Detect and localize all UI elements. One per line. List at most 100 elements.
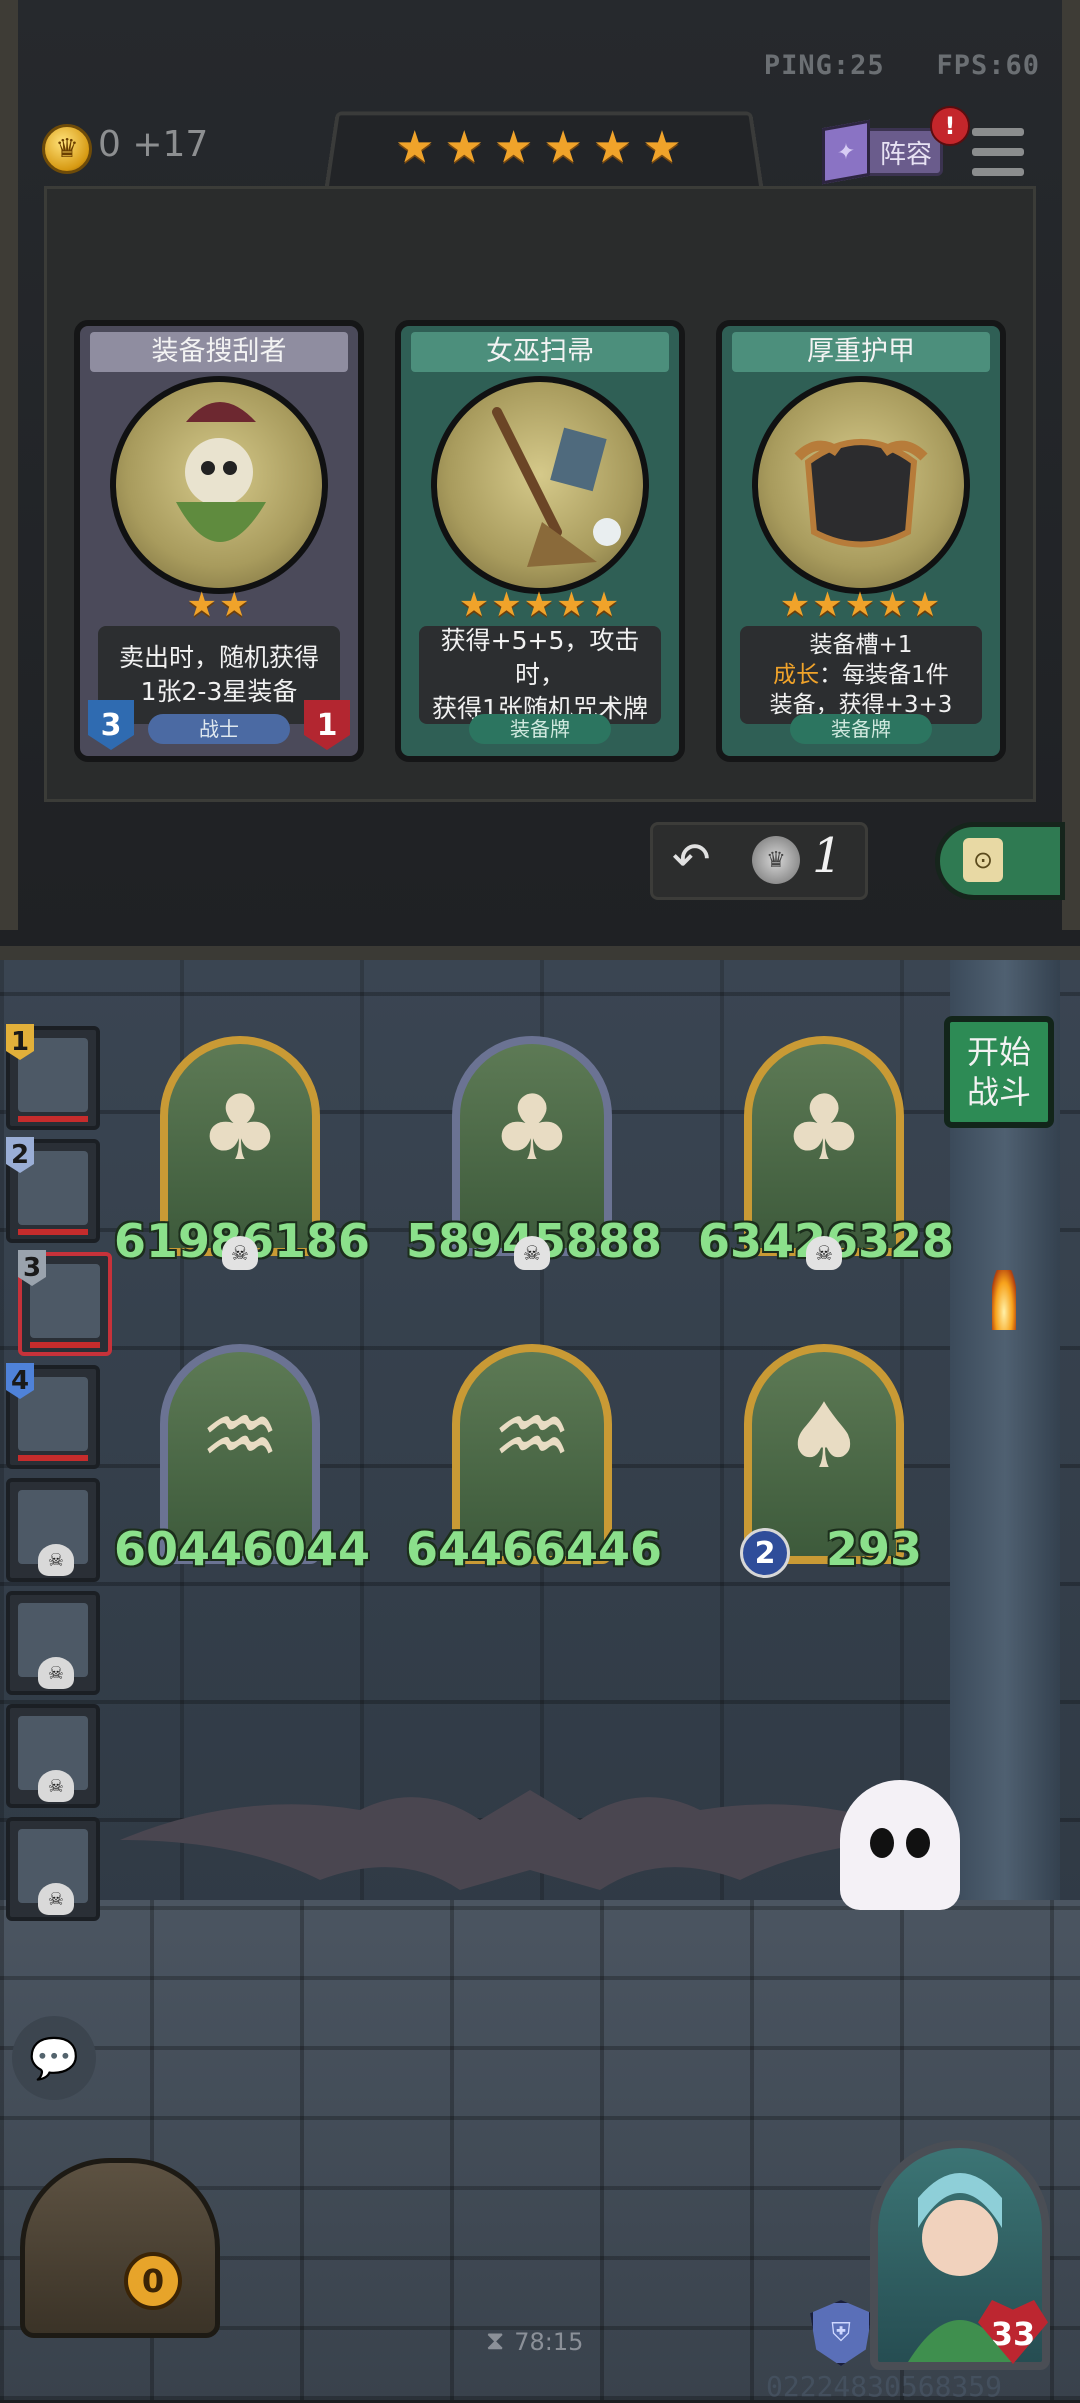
- bat-icon: [120, 1790, 940, 1890]
- tier-star-icon: ★: [543, 122, 583, 173]
- dark-elf-icon: ♠: [783, 1384, 865, 1489]
- round-timer: ⧗ 78:15: [486, 2326, 583, 2357]
- unit-health: 5888: [534, 1214, 663, 1268]
- card-desc-line: 卖出时，随机获得: [118, 643, 319, 672]
- card-description: 装备槽+1 成长：每装备1件 装备，获得+3+3: [740, 626, 982, 724]
- gold-coin-icon: ♛: [42, 124, 92, 174]
- unit-attack: 6044: [113, 1522, 242, 1576]
- straw-witch-icon: ♣: [783, 1076, 865, 1181]
- start-battle-label: 开始: [966, 1033, 1031, 1071]
- chest-counter: 0: [124, 2252, 182, 2310]
- shop-frame-left: [0, 0, 18, 930]
- shop-frame-right: [1062, 0, 1080, 930]
- card-stars: ★★★★★: [779, 585, 943, 625]
- card-name: 厚重护甲: [732, 332, 990, 372]
- card-stars: ★★: [186, 585, 252, 625]
- gold-amount: 0 +17: [98, 124, 209, 165]
- shop-card[interactable]: 装备搜刮者 ★★ 卖出时，随机获得 1张2-3星装备 战士 3 1: [74, 320, 364, 762]
- opponent-health-bar: [18, 1116, 88, 1122]
- skull-icon: ☠: [806, 1236, 842, 1270]
- menu-icon[interactable]: [972, 128, 1024, 176]
- queue-slot[interactable]: ☠: [6, 1591, 100, 1695]
- growth-text: ：每装备1件: [819, 662, 949, 688]
- chat-icon[interactable]: 💬: [12, 2016, 96, 2100]
- growth-label: 成长: [773, 662, 820, 688]
- ping-readout: PING:25: [763, 50, 885, 81]
- unit-health: 6186: [242, 1214, 371, 1268]
- card-description: 卖出时，随机获得 1张2-3星装备: [98, 626, 340, 724]
- board-unit[interactable]: ♣ 5894 5888 ☠: [406, 1036, 662, 1276]
- card-desc-line: 装备槽+1: [809, 632, 913, 658]
- board-unit[interactable]: ♒ 6446 6446: [406, 1344, 662, 1584]
- unit-attack: 6446: [405, 1522, 534, 1576]
- card-desc-line: 获得+5+5，攻击时，: [440, 626, 640, 689]
- skull-icon: ☠: [38, 1657, 74, 1689]
- opponent-health-bar: [18, 1455, 88, 1461]
- goblin-skeleton-icon: [110, 376, 328, 594]
- unit-health: 6446: [534, 1522, 663, 1576]
- queue-slot[interactable]: ☠: [6, 1704, 100, 1808]
- start-battle-button[interactable]: 开始 战斗: [944, 1016, 1054, 1128]
- card-tag: 装备牌: [469, 714, 611, 744]
- tier-star-icon: ★: [592, 122, 633, 173]
- card-tag: 战士: [148, 714, 290, 744]
- unit-health: 6044: [242, 1522, 371, 1576]
- health-badge: 1: [304, 700, 350, 750]
- card-stars: ★★★★★: [458, 585, 622, 625]
- board-unit[interactable]: ♣ 6342 6328 ☠: [698, 1036, 954, 1276]
- lineup-label: 阵容: [879, 139, 932, 170]
- tier-star-icon: ★: [642, 122, 682, 173]
- attack-badge: 3: [88, 700, 134, 750]
- book-icon[interactable]: ✦: [822, 119, 870, 185]
- skull-icon: ☠: [38, 1770, 74, 1802]
- coin-icon: ♛: [752, 836, 800, 884]
- queue-slot[interactable]: ☠: [6, 1478, 100, 1582]
- refresh-cost: 1: [812, 828, 843, 884]
- refresh-icon[interactable]: ↶: [672, 834, 711, 884]
- board-unit[interactable]: ♠ 2 293: [734, 1344, 922, 1584]
- card-desc-line: 成长：每装备1件: [740, 660, 982, 690]
- card-desc-line: 1张2-3星装备: [140, 677, 298, 706]
- card-description: 获得+5+5，攻击时， 获得1张随机咒术牌: [419, 626, 661, 724]
- heavy-armor-icon: [752, 376, 970, 594]
- hourglass-icon: ⧗: [486, 2326, 505, 2356]
- skull-icon: ☠: [38, 1544, 74, 1576]
- timer-text: 78:15: [514, 2327, 584, 2356]
- card-tag: 装备牌: [790, 714, 932, 744]
- tier-star-icon: ★: [395, 122, 435, 173]
- mermaid-icon: ♒: [491, 1384, 573, 1489]
- queue-slot[interactable]: 3: [18, 1250, 112, 1356]
- skull-icon: ☠: [514, 1236, 550, 1270]
- board-unit[interactable]: ♒ 6044 6044: [114, 1344, 370, 1584]
- board-unit[interactable]: ♣ 6198 6186 ☠: [114, 1036, 370, 1276]
- unit-level-badge: 2: [740, 1528, 790, 1578]
- shop-card[interactable]: 女巫扫帚 ★★★★★ 获得+5+5，攻击时， 获得1张随机咒术牌 装备牌: [395, 320, 685, 762]
- queue-slot[interactable]: 2: [6, 1137, 100, 1243]
- card-name: 女巫扫帚: [411, 332, 669, 372]
- card-name: 装备搜刮者: [90, 332, 348, 372]
- queue-slot[interactable]: 1: [6, 1024, 100, 1130]
- opponent-health-bar: [30, 1342, 100, 1348]
- queue-slot[interactable]: 4: [6, 1363, 100, 1469]
- torch-icon: [992, 1270, 1016, 1330]
- tier-star-icon: ★: [493, 122, 534, 173]
- ghost-icon: [840, 1780, 960, 1910]
- fps-readout: FPS:60: [936, 50, 1040, 81]
- unlock-icon[interactable]: ⊙: [963, 838, 1003, 882]
- treasure-chest-icon[interactable]: [20, 2158, 220, 2338]
- queue-slot[interactable]: ☠: [6, 1817, 100, 1921]
- tier-star-icon: ★: [444, 122, 484, 173]
- witch-broom-icon: [431, 376, 649, 594]
- opponent-health-bar: [18, 1229, 88, 1235]
- network-stats: PING:25 FPS:60: [764, 50, 1040, 81]
- start-battle-label: 战斗: [966, 1073, 1031, 1111]
- alert-icon: !: [930, 106, 970, 146]
- straw-witch-icon: ♣: [199, 1076, 281, 1181]
- skull-icon: ☠: [38, 1883, 74, 1915]
- player-id: 02224830568359: [766, 2370, 1003, 2403]
- unit-health: 293: [826, 1522, 923, 1576]
- skull-icon: ☠: [222, 1236, 258, 1270]
- shop-card[interactable]: 厚重护甲 ★★★★★ 装备槽+1 成长：每装备1件 装备，获得+3+3 装备牌: [716, 320, 1006, 762]
- straw-witch-icon: ♣: [491, 1076, 573, 1181]
- mermaid-icon: ♒: [199, 1384, 281, 1489]
